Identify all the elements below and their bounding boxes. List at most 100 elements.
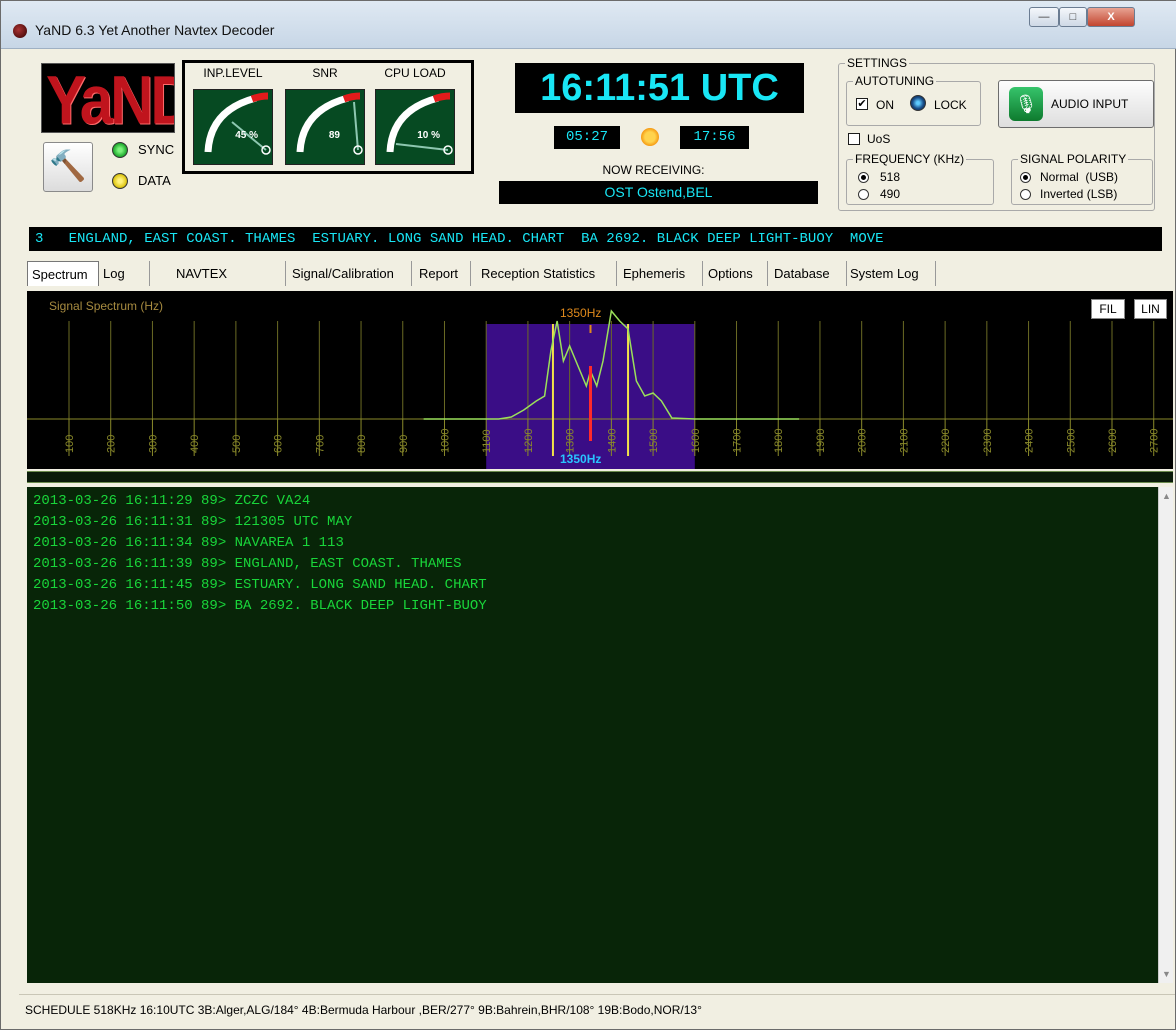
now-receiving-label: NOW RECEIVING: <box>602 163 705 177</box>
uos-checkbox[interactable] <box>848 133 860 145</box>
tick-label: 1800 <box>773 429 785 453</box>
freq-518-label: 518 <box>880 170 901 184</box>
frequency-group: FREQUENCY (KHz) <box>846 152 994 205</box>
microphone-icon: 🎙 <box>1009 87 1043 121</box>
spectrum-divider <box>27 471 1173 483</box>
tick-label: 1000 <box>439 429 451 453</box>
minimize-button[interactable]: — <box>1029 7 1059 27</box>
audio-input-button[interactable]: 🎙 AUDIO INPUT <box>998 80 1154 128</box>
freq-518-radio[interactable] <box>858 172 869 183</box>
title-bar: YaND 6.3 Yet Another Navtex Decoder — □ … <box>1 1 1176 49</box>
freq-490-radio[interactable] <box>858 189 869 200</box>
status-bar: SCHEDULE 518KHz 16:10UTC 3B:Alger,ALG/18… <box>19 994 1175 1026</box>
fil-button[interactable]: FIL <box>1091 299 1125 319</box>
snr-value: 89 <box>328 130 340 141</box>
decoded-log[interactable]: 2013-03-26 16:11:29 89> ZCZC VA24 2013-0… <box>27 487 1158 983</box>
uos-label: UoS <box>867 132 891 146</box>
autotuning-on-checkbox[interactable]: ✔ <box>856 98 868 110</box>
tick-label: 1200 <box>523 429 535 453</box>
polarity-normal-label: Normal (USB) <box>1040 170 1119 184</box>
app-icon[interactable] <box>13 24 27 38</box>
tick-label: 2200 <box>940 429 952 453</box>
tick-label: 400 <box>189 435 201 453</box>
spectrum-display: 100 200 300 400 500 600 700 800 900 1000 1100 1200 1… <box>27 291 1173 469</box>
hammer-icon: 🔨 <box>49 150 87 183</box>
data-led-icon <box>112 173 128 189</box>
tick-label: 1400 <box>606 429 618 453</box>
snr-dial <box>296 92 363 155</box>
tab-system-log[interactable]: System Log <box>846 261 936 286</box>
gauge-label-input-level: INP.LEVEL <box>203 66 263 80</box>
tick-label: 2100 <box>898 429 910 453</box>
tab-spectrum[interactable]: Spectrum <box>27 261 99 286</box>
tab-ephemeris[interactable]: Ephemeris <box>619 261 703 286</box>
scroll-down-icon[interactable]: ▼ <box>1162 969 1171 979</box>
log-line: 2013-03-26 16:11:45 89> ESTUARY. LONG SA… <box>33 577 487 593</box>
data-label: DATA <box>138 173 171 188</box>
autotuning-title: AUTOTUNING <box>853 74 937 88</box>
gauge-label-cpu-load: CPU LOAD <box>384 66 446 80</box>
log-scrollbar[interactable]: ▲ ▼ <box>1158 487 1173 983</box>
tab-reception-statistics[interactable]: Reception Statistics <box>477 261 617 286</box>
tick-label: 2400 <box>1024 429 1036 453</box>
cpu-load-value: 10 % <box>417 130 440 141</box>
tick-label: 2500 <box>1065 429 1077 453</box>
freq-490-label: 490 <box>880 187 901 201</box>
spectrum-marker-bottom-label: 1350Hz <box>560 452 602 466</box>
settings-title: SETTINGS <box>845 56 910 70</box>
sync-led-icon <box>112 142 128 158</box>
tick-label: 1100 <box>481 429 493 453</box>
log-line: 2013-03-26 16:11:50 89> BA 2692. BLACK D… <box>33 598 487 614</box>
utc-clock: 16:11:51 UTC <box>515 63 804 113</box>
input-level-dial <box>204 92 271 155</box>
cpu-load-gauge: 10 % <box>375 89 455 165</box>
spectrum-marker-top-label: 1350Hz <box>560 306 602 320</box>
close-button[interactable]: X <box>1087 7 1135 27</box>
tab-database[interactable]: Database <box>770 261 847 286</box>
lin-button[interactable]: LIN <box>1134 299 1167 319</box>
polarity-normal-radio[interactable] <box>1020 172 1031 183</box>
tick-label: 2000 <box>857 429 869 453</box>
cpu-load-dial <box>386 92 453 155</box>
tick-label: 200 <box>106 435 118 453</box>
tick-label: 2600 <box>1107 429 1119 453</box>
tab-log[interactable]: Log <box>99 261 150 286</box>
spectrum-label: Signal Spectrum (Hz) <box>49 299 164 313</box>
tick-label: 1900 <box>815 429 827 453</box>
gauge-label-snr: SNR <box>312 66 338 80</box>
tick-label: 1300 <box>565 429 577 453</box>
sync-label: SYNC <box>138 142 175 157</box>
lock-led-icon <box>910 95 926 111</box>
station-display: OST Ostend,BEL <box>499 181 818 204</box>
tick-label: 700 <box>314 435 326 453</box>
tick-label: 1700 <box>732 429 744 453</box>
tick-label: 900 <box>398 435 410 453</box>
input-level-value: 45 % <box>235 130 258 141</box>
tick-label: 100 <box>64 435 76 453</box>
tick-label: 600 <box>273 435 285 453</box>
tick-label: 1600 <box>690 429 702 453</box>
frequency-title: FREQUENCY (KHz) <box>853 152 967 166</box>
tick-label: 2300 <box>982 429 994 453</box>
log-line: 2013-03-26 16:11:34 89> NAVAREA 1 113 <box>33 535 344 551</box>
tab-navtex-schedule[interactable]: NAVTEX Schedule <box>172 261 286 306</box>
gauge-panel: INP.LEVEL SNR CPU LOAD 45 % 89 10 % <box>182 60 474 174</box>
polarity-title: SIGNAL POLARITY <box>1018 152 1129 166</box>
polarity-inverted-label: Inverted (LSB) <box>1040 187 1118 201</box>
autotuning-on-label: ON <box>876 98 894 112</box>
app-window: YaND 6.3 Yet Another Navtex Decoder — □ … <box>0 0 1176 1030</box>
input-level-gauge: 45 % <box>193 89 273 165</box>
maximize-button[interactable]: □ <box>1059 7 1087 27</box>
lock-label: LOCK <box>934 98 967 112</box>
tab-options[interactable]: Options <box>704 261 768 286</box>
scroll-up-icon[interactable]: ▲ <box>1162 491 1171 501</box>
tick-label: 2700 <box>1149 429 1161 453</box>
tab-report[interactable]: Report <box>415 261 471 286</box>
tick-label: 500 <box>231 435 243 453</box>
tick-label: 1500 <box>648 429 660 453</box>
tab-signal-calibration[interactable]: Signal/Calibration <box>288 261 412 286</box>
polarity-inverted-radio[interactable] <box>1020 189 1031 200</box>
tools-button[interactable]: 🔨 <box>43 142 93 192</box>
tick-label: 300 <box>147 435 159 453</box>
snr-gauge: 89 <box>285 89 365 165</box>
